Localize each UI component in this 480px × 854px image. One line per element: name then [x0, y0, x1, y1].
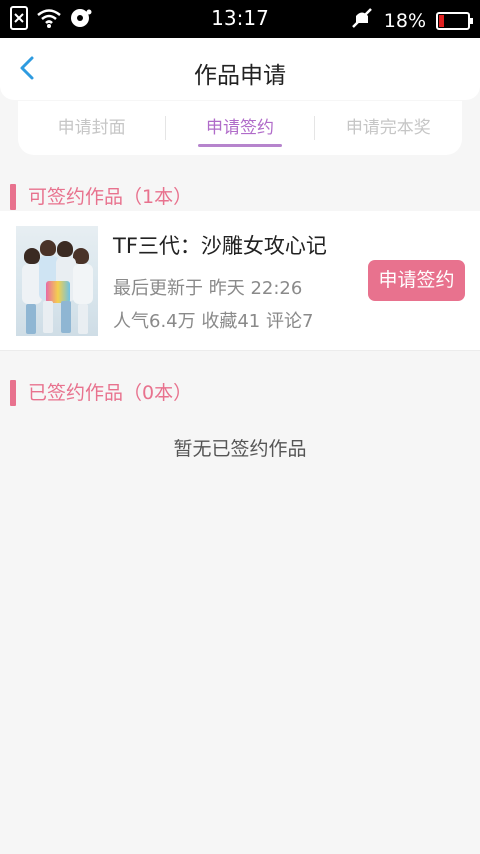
app-header: 作品申请 [0, 38, 480, 100]
work-updated-time: 最后更新于 昨天 22:26 [113, 278, 303, 299]
status-icons-right: 18% [350, 6, 473, 35]
tab-bar: 申请封面 申请签约 申请完本奖 [18, 101, 462, 155]
battery-percent: 18% [383, 9, 426, 32]
muted-notification-icon [350, 6, 374, 35]
work-title: TF三代：沙雕女攻心记 [113, 234, 327, 258]
empty-state-text: 暂无已签约作品 [173, 438, 307, 460]
tab-apply-completion-award[interactable]: 申请完本奖 [315, 101, 462, 155]
tab-apply-contract[interactable]: 申请签约 [166, 101, 313, 155]
signable-works-heading: 可签约作品（1本） [10, 184, 192, 210]
page-title: 作品申请 [194, 63, 286, 89]
signed-works-heading: 已签约作品（0本） [10, 380, 192, 406]
apply-contract-button[interactable]: 申请签约 [368, 260, 465, 301]
battery-level [439, 14, 444, 27]
work-cover-image [16, 226, 98, 336]
status-bar: 13:17 18% [0, 0, 480, 38]
tab-apply-cover[interactable]: 申请封面 [18, 101, 165, 155]
battery-icon [436, 11, 473, 30]
work-stats: 人气6.4万 收藏41 评论7 [113, 311, 314, 332]
